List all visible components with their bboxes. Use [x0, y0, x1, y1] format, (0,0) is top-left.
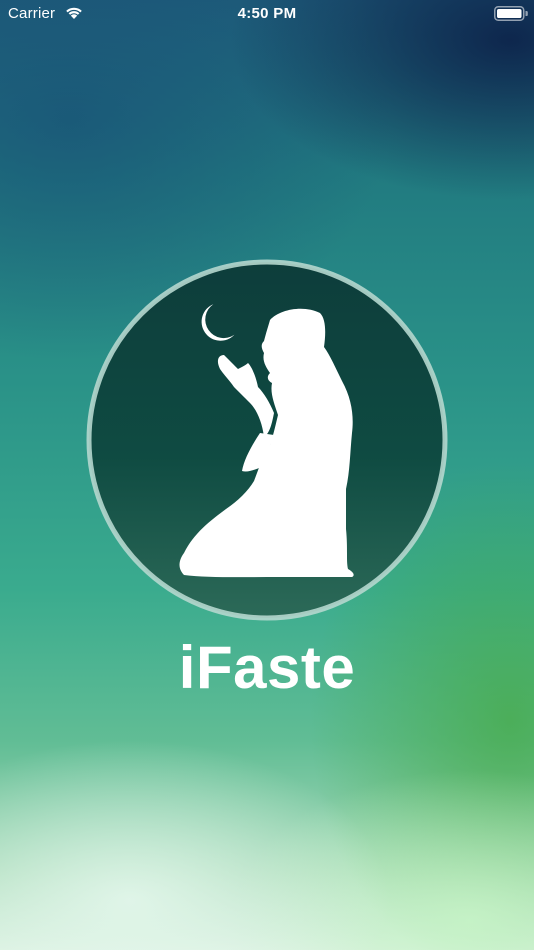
battery-full-icon: [494, 6, 528, 21]
status-bar: Carrier 4:50 PM: [0, 0, 534, 28]
praying-man-crescent-icon: [86, 259, 448, 621]
app-name: iFaste: [178, 634, 356, 701]
splash-screen: Carrier 4:50 PM iFaste: [0, 0, 534, 950]
status-time: 4:50 PM: [237, 5, 297, 22]
